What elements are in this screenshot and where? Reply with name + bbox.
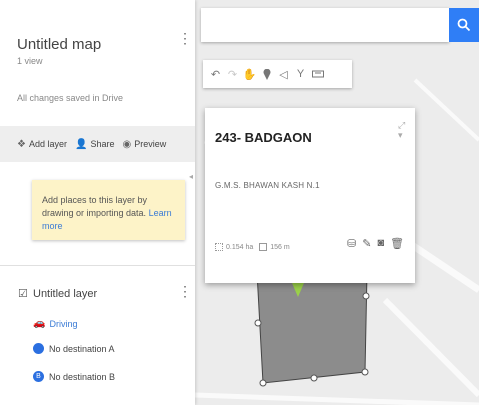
directions-icon[interactable]: Y bbox=[292, 62, 309, 86]
destination-b[interactable]: B No destination B bbox=[33, 371, 115, 382]
undo-icon[interactable]: ↶ bbox=[207, 62, 224, 86]
divider bbox=[0, 265, 195, 266]
more-vert-icon[interactable]: ⋮ bbox=[178, 30, 192, 47]
vertex-handle[interactable] bbox=[254, 319, 262, 327]
road bbox=[413, 78, 479, 142]
camera-icon[interactable]: ◙ bbox=[377, 237, 384, 250]
area-value: 0.154 ha bbox=[226, 243, 254, 251]
draw-line-icon[interactable]: ◁ bbox=[275, 62, 292, 86]
hint-text: Add places to this layer by drawing or i… bbox=[42, 195, 148, 218]
destination-label: No destination A bbox=[49, 343, 115, 354]
edit-icon[interactable]: ✎ bbox=[362, 237, 371, 250]
hand-icon[interactable]: ✋ bbox=[241, 62, 258, 86]
destination-a[interactable]: A No destination A bbox=[33, 343, 115, 354]
search-input[interactable] bbox=[201, 8, 449, 42]
destination-badge: B bbox=[33, 371, 44, 382]
layer-hint-callout: Add places to this layer by drawing or i… bbox=[32, 180, 185, 240]
preview-label: Preview bbox=[134, 139, 167, 149]
style-icon[interactable]: ⛁ bbox=[347, 237, 356, 250]
travel-mode-label: Driving bbox=[49, 318, 78, 329]
share-button[interactable]: 👤 Share bbox=[75, 139, 114, 150]
area-icon bbox=[215, 243, 223, 251]
feature-measurements: 0.154 ha 156 m bbox=[215, 243, 290, 251]
perimeter-value: 156 m bbox=[270, 243, 290, 251]
map-sidebar: Untitled map 1 view ⋮ All changes saved … bbox=[0, 0, 195, 405]
share-icon: 👤 bbox=[75, 138, 88, 150]
preview-button[interactable]: ◉ Preview bbox=[122, 139, 166, 150]
saved-status: All changes saved in Drive bbox=[17, 93, 124, 103]
feature-title[interactable]: 243- BADGAON bbox=[215, 130, 312, 145]
polygon-shape[interactable] bbox=[256, 271, 368, 384]
feature-info-card: 243- BADGAON ⤢ ▾ G.M.S. BHAWAN KASH N.1 0… bbox=[205, 108, 415, 283]
road bbox=[382, 297, 479, 398]
share-label: Share bbox=[90, 139, 115, 149]
map-views-count: 1 view bbox=[17, 56, 43, 66]
delete-icon[interactable]: 🗑 bbox=[390, 237, 404, 250]
perimeter-icon bbox=[259, 243, 268, 251]
destination-badge: A bbox=[33, 343, 44, 354]
redo-icon[interactable]: ↷ bbox=[224, 62, 241, 86]
map-title[interactable]: Untitled map bbox=[17, 36, 101, 53]
feature-tools: ⛁ ✎ ◙ 🗑 bbox=[347, 237, 404, 250]
add-layer-label: Add layer bbox=[28, 139, 67, 149]
map-toolbar: ↶ ↷ ✋ ◁ Y bbox=[203, 60, 352, 88]
travel-mode[interactable]: 🚗 Driving bbox=[33, 318, 77, 329]
vertex-handle[interactable] bbox=[259, 379, 267, 387]
add-layer-button[interactable]: ❖ Add layer bbox=[17, 139, 67, 150]
vertex-handle[interactable] bbox=[361, 368, 369, 376]
expand-icon[interactable]: ⤢ ▾ bbox=[398, 120, 405, 140]
add-layer-icon: ❖ bbox=[17, 138, 26, 150]
preview-icon: ◉ bbox=[122, 138, 132, 150]
layer-visibility-checkbox[interactable]: ☑ bbox=[18, 287, 28, 300]
action-bar: ❖ Add layer 👤 Share ◉ Preview bbox=[0, 126, 195, 162]
search-button[interactable] bbox=[449, 8, 479, 42]
feature-description[interactable]: G.M.S. BHAWAN KASH N.1 bbox=[215, 181, 320, 190]
destination-label: No destination B bbox=[49, 371, 116, 382]
road bbox=[195, 392, 479, 405]
layer-more-vert-icon[interactable]: ⋮ bbox=[178, 283, 192, 300]
ruler-icon[interactable] bbox=[309, 62, 326, 86]
search-icon bbox=[457, 18, 471, 32]
collapse-panel-icon[interactable]: ◂ bbox=[189, 172, 193, 181]
vertex-handle[interactable] bbox=[310, 374, 318, 382]
marker-tool-icon[interactable] bbox=[258, 62, 275, 86]
vertex-handle[interactable] bbox=[362, 292, 370, 300]
layer-title[interactable]: Untitled layer bbox=[33, 288, 97, 300]
car-icon: 🚗 bbox=[33, 318, 46, 329]
